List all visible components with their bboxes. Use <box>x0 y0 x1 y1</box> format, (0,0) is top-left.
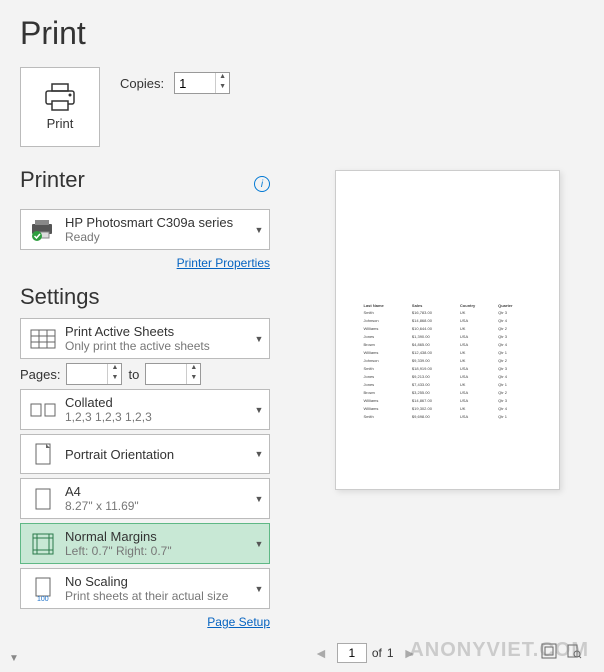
pages-to-input[interactable] <box>146 364 186 384</box>
preview-header: Sales <box>411 303 457 308</box>
zoom-icon <box>566 643 582 659</box>
printer-section-title: Printer <box>20 167 85 193</box>
preview-row: Williams$12,438.00UKQtr 1 <box>363 350 532 356</box>
orientation-dropdown[interactable]: Portrait Orientation ▼ <box>20 434 270 474</box>
svg-text:100: 100 <box>37 596 49 601</box>
copies-down[interactable]: ▼ <box>216 83 229 93</box>
copies-input[interactable] <box>175 73 215 93</box>
print-button-label: Print <box>47 116 74 131</box>
pages-from-up[interactable]: ▲ <box>108 364 121 374</box>
print-button[interactable]: Print <box>20 67 100 147</box>
pages-from-spinner[interactable]: ▲ ▼ <box>66 363 122 385</box>
zoom-to-page-button[interactable] <box>564 641 584 666</box>
preview-header: Quarter <box>497 303 531 308</box>
of-label: of <box>372 646 382 660</box>
chevron-down-icon: ▼ <box>249 334 269 344</box>
preview-row: Johnson$9,339.00UKQtr 2 <box>363 358 532 364</box>
show-margins-icon <box>541 643 557 659</box>
next-page-button[interactable]: ► <box>399 645 421 661</box>
chevron-down-icon: ▼ <box>249 225 269 235</box>
scope-title: Print Active Sheets <box>65 324 249 339</box>
scaling-dropdown[interactable]: 100 No Scaling Print sheets at their act… <box>20 568 270 609</box>
scaling-icon: 100 <box>33 577 53 601</box>
preview-row: Jones$7,433.00UKQtr 1 <box>363 382 532 388</box>
collate-icon <box>30 401 56 419</box>
pages-to-spinner[interactable]: ▲ ▼ <box>145 363 201 385</box>
collate-title: Collated <box>65 395 249 410</box>
pages-to-down[interactable]: ▼ <box>187 374 200 384</box>
scope-sub: Only print the active sheets <box>65 339 249 353</box>
paper-dropdown[interactable]: A4 8.27" x 11.69" ▼ <box>20 478 270 519</box>
pages-from-input[interactable] <box>67 364 107 384</box>
margins-sub: Left: 0.7" Right: 0.7" <box>65 544 249 558</box>
info-icon[interactable]: i <box>254 176 270 192</box>
prev-page-button[interactable]: ◄ <box>310 645 332 661</box>
copies-up[interactable]: ▲ <box>216 73 229 83</box>
preview-table: Last NameSalesCountryQuarter Smith$16,78… <box>361 301 534 422</box>
settings-section-title: Settings <box>20 284 270 310</box>
preview-row: Brown$4,865.00USAQtr 4 <box>363 342 532 348</box>
preview-row: Williams$10,644.00UKQtr 2 <box>363 326 532 332</box>
paper-title: A4 <box>65 484 249 499</box>
orientation-title: Portrait Orientation <box>65 447 249 462</box>
collate-dropdown[interactable]: Collated 1,2,3 1,2,3 1,2,3 ▼ <box>20 389 270 430</box>
margins-title: Normal Margins <box>65 529 249 544</box>
chevron-down-icon: ▼ <box>249 449 269 459</box>
copies-spinner[interactable]: ▲ ▼ <box>174 72 230 94</box>
pages-to-up[interactable]: ▲ <box>187 364 200 374</box>
preview-header: Last Name <box>363 303 409 308</box>
page-title: Print <box>20 15 270 52</box>
margins-dropdown[interactable]: Normal Margins Left: 0.7" Right: 0.7" ▼ <box>20 523 270 564</box>
preview-row: Jones$9,213.00USAQtr 4 <box>363 374 532 380</box>
scaling-sub: Print sheets at their actual size <box>65 589 249 603</box>
chevron-down-icon: ▼ <box>249 405 269 415</box>
preview-header: Country <box>459 303 495 308</box>
preview-row: Jones$1,390.00USAQtr 3 <box>363 334 532 340</box>
current-page-input[interactable] <box>337 643 367 663</box>
copies-label: Copies: <box>120 76 164 91</box>
preview-row: Smith$18,919.00USAQtr 3 <box>363 366 532 372</box>
scope-dropdown[interactable]: Print Active Sheets Only print the activ… <box>20 318 270 359</box>
preview-row: Brown$3,255.00USAQtr 2 <box>363 390 532 396</box>
pages-from-down[interactable]: ▼ <box>108 374 121 384</box>
printer-ready-icon <box>29 218 57 242</box>
sheets-icon <box>30 329 56 349</box>
chevron-down-icon: ▼ <box>249 494 269 504</box>
preview-row: Williams$14,867.00USAQtr 3 <box>363 398 532 404</box>
chevron-down-icon: ▼ <box>249 584 269 594</box>
show-margins-button[interactable] <box>539 641 559 666</box>
scaling-title: No Scaling <box>65 574 249 589</box>
scroll-down-icon[interactable]: ▼ <box>9 653 19 664</box>
printer-name: HP Photosmart C309a series <box>65 215 249 230</box>
print-preview-page: Last NameSalesCountryQuarter Smith$16,78… <box>335 170 560 490</box>
page-setup-link[interactable]: Page Setup <box>207 615 270 629</box>
chevron-down-icon: ▼ <box>249 539 269 549</box>
printer-icon <box>44 83 76 111</box>
printer-status: Ready <box>65 230 249 244</box>
total-pages: 1 <box>387 646 394 660</box>
portrait-icon <box>34 443 52 465</box>
preview-row: Smith$16,783.00UKQtr 3 <box>363 310 532 316</box>
page-icon <box>34 488 52 510</box>
printer-properties-link[interactable]: Printer Properties <box>177 256 270 270</box>
pages-label: Pages: <box>20 367 60 382</box>
pages-to-label: to <box>128 367 139 382</box>
margins-icon <box>32 533 54 555</box>
preview-row: Smith$9,698.00USAQtr 1 <box>363 414 532 420</box>
paper-sub: 8.27" x 11.69" <box>65 499 249 513</box>
printer-dropdown[interactable]: HP Photosmart C309a series Ready ▼ <box>20 209 270 250</box>
preview-row: Williams$19,302.00UKQtr 4 <box>363 406 532 412</box>
preview-row: Johnson$14,868.00USAQtr 4 <box>363 318 532 324</box>
collate-sub: 1,2,3 1,2,3 1,2,3 <box>65 410 249 424</box>
